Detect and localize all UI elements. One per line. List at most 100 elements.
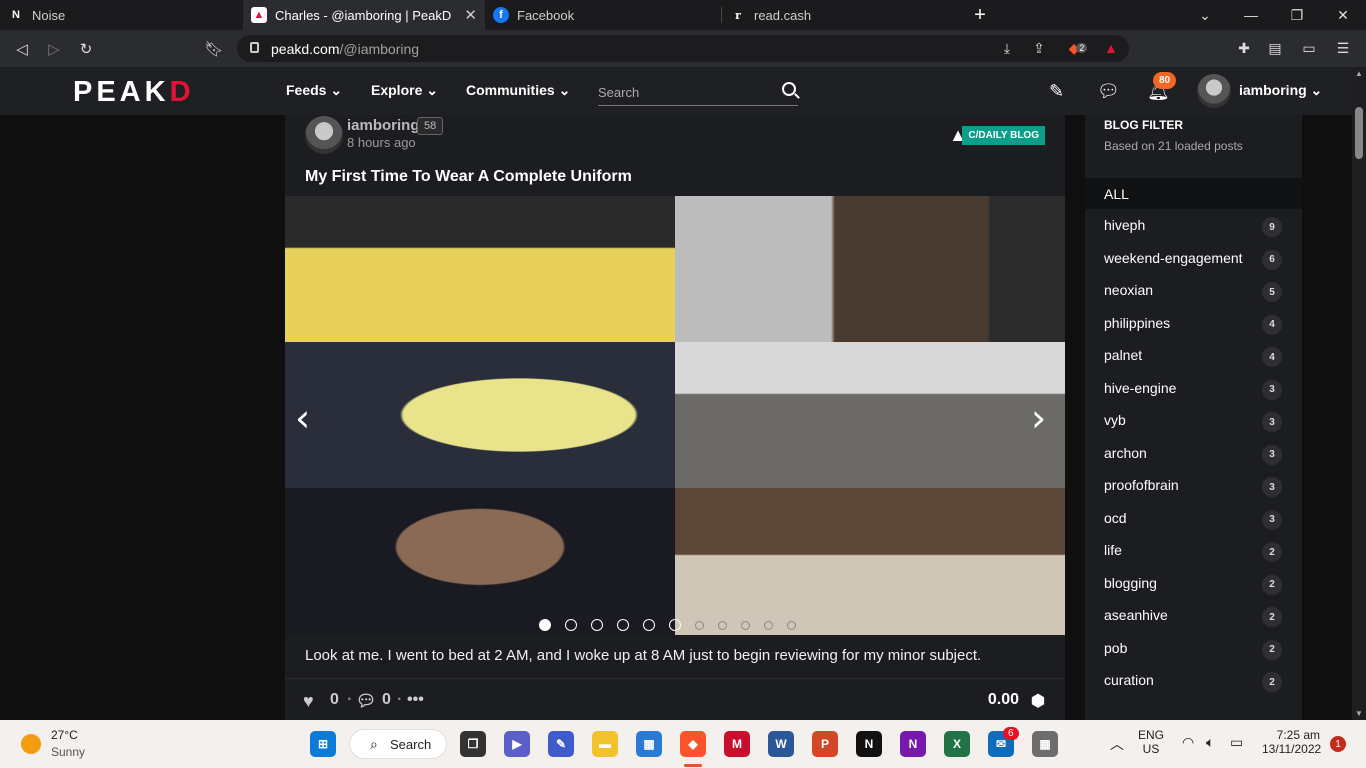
bookmark-icon[interactable]: 🔖︎ — [204, 39, 224, 59]
menu-explore[interactable]: Explore ⌄ — [371, 82, 438, 99]
scroll-thumb[interactable] — [1355, 107, 1363, 159]
gallery-dot[interactable] — [695, 621, 704, 630]
menu-icon[interactable]: ☰ — [1332, 37, 1354, 59]
sidebar-tag-pob[interactable]: pob 2 — [1104, 639, 1282, 660]
post-title[interactable]: My First Time To Wear A Complete Uniform — [305, 168, 632, 186]
file-explorer-icon[interactable]: ▬ — [592, 731, 618, 757]
minimize-icon[interactable]: — — [1228, 0, 1274, 30]
tab-facebook[interactable]: f Facebook — [485, 0, 721, 30]
pencil-icon[interactable]: ✎ — [1049, 81, 1064, 102]
onenote-icon[interactable]: N — [900, 731, 926, 757]
word-icon[interactable]: W — [768, 731, 794, 757]
vote-count[interactable]: 0 — [330, 691, 339, 709]
scroll-up-icon[interactable]: ▲ — [1355, 69, 1363, 78]
powerpoint-icon[interactable]: P — [812, 731, 838, 757]
gallery-dot[interactable] — [787, 621, 796, 630]
gallery-dot[interactable] — [643, 619, 655, 631]
gallery-dot[interactable] — [741, 621, 750, 630]
notion-icon[interactable]: N — [856, 731, 882, 757]
post-excerpt[interactable]: Look at me. I went to bed at 2 AM, and I… — [305, 647, 981, 664]
new-tab-button[interactable]: + — [960, 0, 1000, 30]
brave-browser-icon[interactable]: ◆ — [680, 731, 706, 757]
filter-all[interactable]: ALL — [1085, 178, 1302, 209]
tray-chevron-icon[interactable]: ︿ — [1110, 734, 1124, 754]
user-menu[interactable]: iamboring ⌄ — [1239, 82, 1322, 99]
sidebar-tag-ocd[interactable]: ocd 3 — [1104, 509, 1282, 530]
brave-shields-icon[interactable]: ◆ 2 — [1067, 37, 1089, 59]
clock[interactable]: 7:25 am 13/11/2022 — [1262, 728, 1321, 756]
search-icon[interactable] — [782, 82, 796, 96]
scroll-down-icon[interactable]: ▼ — [1355, 709, 1363, 718]
language-indicator[interactable]: ENG US — [1138, 728, 1164, 756]
tab-search-chevron-icon[interactable]: ⌄ — [1182, 0, 1228, 30]
sidebar-tag-aseanhive[interactable]: aseanhive 2 — [1104, 607, 1282, 627]
gallery-dot[interactable] — [718, 621, 727, 630]
author-avatar[interactable] — [305, 116, 343, 154]
wifi-icon[interactable]: ◠ — [1182, 734, 1194, 751]
comment-icon[interactable]: 💬︎ — [356, 691, 376, 711]
back-icon[interactable]: ◁ — [12, 39, 32, 59]
weather-text[interactable]: Sunny — [51, 745, 85, 759]
install-app-icon[interactable]: ⤓ — [996, 37, 1018, 59]
gallery-next-icon[interactable]: › — [1031, 396, 1046, 440]
community-badge[interactable]: C/DAILY BLOG — [962, 126, 1045, 145]
sidebar-icon[interactable]: ▤ — [1264, 37, 1286, 59]
meet-icon[interactable]: ▶ — [504, 731, 530, 757]
windows-start-icon[interactable]: ⊞ — [310, 731, 336, 757]
page-scrollbar[interactable]: ▲ ▼ — [1352, 67, 1366, 720]
tab-peakd[interactable]: ▲ Charles - @iamboring | PeakD ✕ — [243, 0, 485, 30]
maximize-icon[interactable]: ❐ — [1274, 0, 1320, 30]
share-icon[interactable]: ⇪ — [1028, 37, 1050, 59]
sidebar-tag-philippines[interactable]: philippines 4 — [1104, 314, 1282, 335]
brave-rewards-icon[interactable]: ▲ — [1100, 37, 1122, 59]
pen-app-icon[interactable]: ✎ — [548, 731, 574, 757]
excel-icon[interactable]: X — [944, 731, 970, 757]
comment-count[interactable]: 0 — [382, 691, 391, 709]
gallery-prev-icon[interactable]: ‹ — [295, 396, 310, 440]
calculator-icon[interactable]: ▦ — [1032, 731, 1058, 757]
menu-feeds[interactable]: Feeds ⌄ — [286, 82, 342, 99]
tab-noise[interactable]: N Noise — [0, 0, 243, 30]
gallery-dot[interactable] — [565, 619, 577, 631]
sun-icon[interactable] — [21, 734, 41, 754]
extensions-icon[interactable]: ✚ — [1233, 37, 1255, 59]
post-time[interactable]: 8 hours ago — [347, 135, 416, 150]
sidebar-tag-archon[interactable]: archon 3 — [1104, 444, 1282, 465]
menu-communities[interactable]: Communities ⌄ — [466, 82, 570, 99]
sidebar-tag-neoxian[interactable]: neoxian 5 — [1104, 282, 1282, 302]
close-tab-icon[interactable]: ✕ — [464, 6, 477, 24]
sidebar-tag-life[interactable]: life 2 — [1104, 542, 1282, 562]
gallery-dot[interactable] — [591, 619, 603, 631]
search-input[interactable]: Search — [598, 78, 798, 106]
reload-icon[interactable]: ↻ — [76, 39, 96, 59]
close-window-icon[interactable]: ✕ — [1320, 0, 1366, 30]
sidebar-tag-hive-engine[interactable]: hive-engine 3 — [1104, 379, 1282, 400]
sidebar-tag-proofofbrain[interactable]: proofofbrain 3 — [1104, 477, 1282, 497]
avatar[interactable] — [1197, 74, 1231, 108]
battery-icon[interactable]: ▭ — [1230, 734, 1243, 751]
notification-center-badge[interactable]: 1 — [1330, 736, 1346, 752]
gallery-dot[interactable] — [617, 619, 629, 631]
gallery-dot[interactable] — [764, 621, 773, 630]
gallery-dot[interactable] — [539, 619, 551, 631]
sidebar-tag-vyb[interactable]: vyb 3 — [1104, 412, 1282, 432]
sidebar-tag-weekend-engagement[interactable]: weekend-engagement 6 — [1104, 249, 1282, 270]
sidebar-tag-curation[interactable]: curation 2 — [1104, 672, 1282, 692]
mcafee-icon[interactable]: M — [724, 731, 750, 757]
taskbar-search[interactable]: ⌕ Search — [349, 729, 447, 759]
more-icon[interactable]: ••• — [407, 691, 424, 709]
tab-readcash[interactable]: r read.cash — [722, 0, 960, 30]
store-icon[interactable]: ▦ — [636, 731, 662, 757]
peakd-logo[interactable]: PEAKD — [73, 76, 195, 109]
author-name[interactable]: iamboring — [347, 117, 420, 134]
sidebar-tag-hiveph[interactable]: hiveph 9 — [1104, 217, 1282, 237]
image-gallery[interactable]: ‹ › — [285, 196, 1065, 635]
wallet-icon[interactable]: ▭ — [1298, 37, 1320, 59]
payout-value[interactable]: 0.00 — [988, 691, 1019, 709]
forward-icon[interactable]: ▷ — [44, 39, 64, 59]
volume-icon[interactable]: 🔈︎ — [1206, 734, 1214, 751]
sidebar-tag-blogging[interactable]: blogging 2 — [1104, 574, 1282, 595]
heart-icon[interactable]: ♥ — [303, 691, 314, 712]
chat-icon[interactable]: 💬︎ — [1097, 81, 1120, 102]
sidebar-tag-palnet[interactable]: palnet 4 — [1104, 347, 1282, 367]
